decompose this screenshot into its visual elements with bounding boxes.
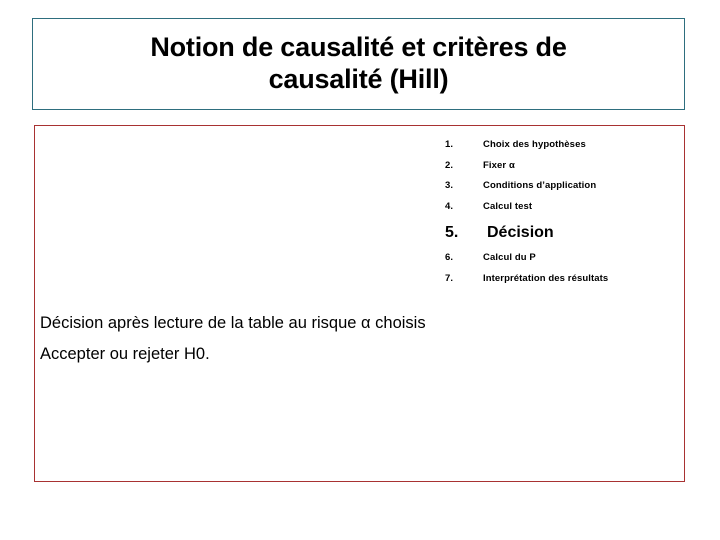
list-item: 4. Calcul test	[445, 197, 673, 218]
list-item-highlighted: 5. Décision	[445, 217, 673, 248]
list-item-number: 3.	[445, 180, 454, 191]
decision-body-text: Décision après lecture de la table au ri…	[40, 308, 640, 370]
list-item-number: 2.	[445, 159, 454, 171]
list-item-label: Fixer α	[483, 159, 515, 171]
list-item-number: 4.	[445, 200, 454, 212]
list-item-label: Interprétation des résultats	[483, 272, 609, 284]
list-item-label: Décision	[487, 224, 554, 241]
list-item-label: Calcul du P	[483, 252, 536, 263]
slide-content-box: 1. Choix des hypothèses 2. Fixer α 3. Co…	[34, 125, 685, 482]
body-line-1: Décision après lecture de la table au ri…	[40, 314, 426, 332]
list-item: 2. Fixer α	[445, 156, 673, 177]
list-item-number: 7.	[445, 272, 454, 284]
list-item-number: 1.	[445, 139, 454, 150]
hypothesis-test-steps-list: 1. Choix des hypothèses 2. Fixer α 3. Co…	[445, 135, 673, 289]
slide-title-box: Notion de causalité et critères de causa…	[32, 18, 685, 110]
list-item-label: Calcul test	[483, 200, 533, 212]
list-item-label: Choix des hypothèses	[483, 139, 586, 150]
list-item-number: 6.	[445, 252, 454, 263]
list-item-label: Conditions d’application	[483, 180, 597, 191]
list-item: 3. Conditions d’application	[445, 176, 673, 197]
list-item: 1. Choix des hypothèses	[445, 135, 673, 156]
list-item: 7. Interprétation des résultats	[445, 269, 673, 290]
list-item: 6. Calcul du P	[445, 248, 673, 269]
list-item-number: 5.	[445, 224, 459, 241]
page-title: Notion de causalité et critères de causa…	[150, 32, 567, 94]
body-line-2: Accepter ou rejeter H0.	[40, 345, 210, 363]
